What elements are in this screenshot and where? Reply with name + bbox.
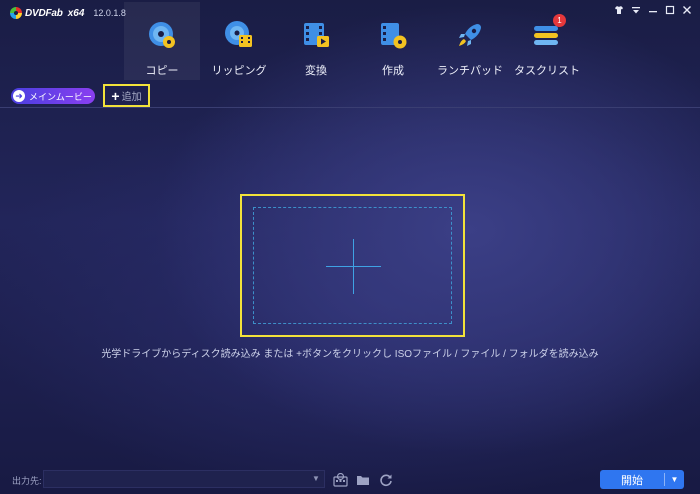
tab-copy-label: コピー bbox=[145, 65, 179, 77]
version-label: 12.0.1.8 bbox=[93, 8, 126, 18]
tab-launchpad[interactable]: ランチパッド bbox=[432, 2, 508, 80]
tab-converter[interactable]: 変換 bbox=[278, 2, 354, 80]
tab-ripper[interactable]: リッピング bbox=[201, 2, 277, 80]
output-dropdown-icon[interactable]: ▼ bbox=[312, 474, 320, 483]
app-logo: DVDFab x64 12.0.1.8 bbox=[10, 6, 126, 20]
tab-converter-label: 変換 bbox=[305, 65, 327, 77]
drop-zone[interactable] bbox=[240, 194, 465, 337]
tab-launchpad-label: ランチパッド bbox=[437, 65, 503, 77]
maximize-icon[interactable] bbox=[665, 4, 675, 16]
add-label: 追加 bbox=[121, 92, 142, 103]
window-controls bbox=[614, 4, 692, 16]
main-movie-label: メインムービー bbox=[29, 91, 92, 102]
tab-task-list-label: タスクリスト bbox=[514, 65, 580, 77]
film-creator-icon bbox=[378, 20, 408, 50]
disc-copy-icon bbox=[147, 20, 177, 50]
drop-plus-icon-vertical bbox=[353, 239, 354, 294]
menu-icon[interactable] bbox=[631, 4, 641, 16]
folder-icon[interactable] bbox=[355, 472, 371, 488]
arch-label: x64 bbox=[67, 7, 85, 19]
refresh-icon[interactable] bbox=[378, 472, 394, 488]
shirt-icon[interactable] bbox=[614, 4, 624, 16]
sub-toolbar: ➜ メインムービー + 追加 bbox=[0, 84, 700, 108]
arrow-right-icon: ➜ bbox=[13, 90, 25, 102]
main-movie-button[interactable]: ➜ メインムービー bbox=[11, 88, 95, 104]
tab-task-list[interactable]: 1 タスクリスト bbox=[509, 2, 585, 80]
rocket-icon bbox=[455, 20, 485, 50]
film-converter-icon bbox=[301, 20, 331, 50]
start-label: 開始 bbox=[621, 474, 643, 487]
output-label: 出力先: bbox=[12, 476, 42, 486]
main-toolbar: コピー リッピング 変換 作成 ランチパッド 1 タスクリスト bbox=[124, 2, 586, 82]
start-button[interactable]: 開始 ▼ bbox=[600, 470, 684, 489]
minimize-icon[interactable] bbox=[648, 4, 658, 16]
brand-name: DVDFab bbox=[25, 7, 63, 19]
add-button[interactable]: + 追加 bbox=[103, 84, 150, 107]
plus-icon: + bbox=[111, 87, 120, 104]
close-icon[interactable] bbox=[682, 4, 692, 16]
drop-zone-dashed-area[interactable] bbox=[253, 207, 452, 324]
tab-creator-label: 作成 bbox=[382, 65, 404, 77]
task-count-badge: 1 bbox=[553, 14, 566, 27]
start-dropdown-icon[interactable]: ▼ bbox=[665, 475, 684, 484]
iso-image-icon[interactable] bbox=[332, 472, 348, 488]
drop-hint-text: 光学ドライブからディスク読み込み または +ボタンをクリックし ISOファイル … bbox=[101, 349, 599, 360]
tab-creator[interactable]: 作成 bbox=[355, 2, 431, 80]
tab-ripper-label: リッピング bbox=[211, 65, 267, 77]
app-window: DVDFab x64 12.0.1.8 コピー リッピング 変換 作成 ランチパ… bbox=[0, 0, 700, 494]
task-list-icon: 1 bbox=[532, 14, 566, 50]
disc-ripper-icon bbox=[224, 20, 254, 50]
tab-copy[interactable]: コピー bbox=[124, 2, 200, 80]
dvdfab-logo-icon bbox=[10, 7, 22, 19]
output-path-field[interactable] bbox=[43, 470, 325, 488]
